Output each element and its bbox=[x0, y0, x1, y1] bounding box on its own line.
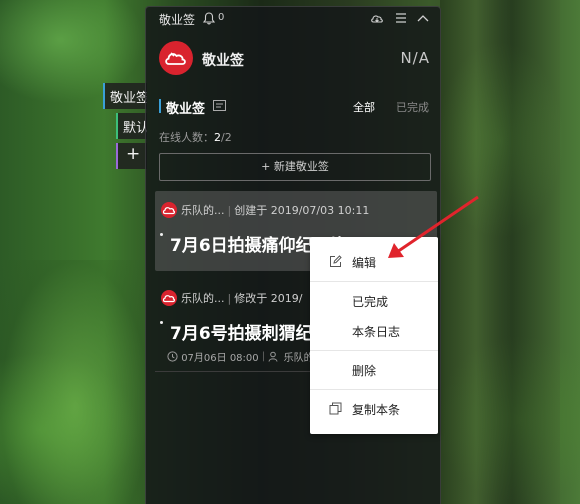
menu-label: 本条日志 bbox=[352, 325, 401, 339]
reminder-time: 07月06日 08:00 bbox=[181, 353, 259, 364]
author-avatar bbox=[161, 290, 177, 306]
menu-label: 复制本条 bbox=[352, 403, 401, 417]
app-title: 敬业签 bbox=[159, 13, 196, 27]
category-info-icon[interactable] bbox=[213, 100, 226, 111]
note-timestamp: 创建于 2019/07/03 10:11 bbox=[234, 204, 370, 217]
copy-icon bbox=[329, 402, 342, 415]
user-status: N/A bbox=[400, 49, 430, 67]
category-tabbar: 敬业签 全部 已完成 bbox=[146, 97, 440, 117]
note-author: 乐队的... bbox=[181, 292, 225, 305]
online-number: 2 bbox=[214, 131, 221, 144]
menu-item-delete[interactable]: 删除 bbox=[310, 356, 438, 384]
tab-all[interactable]: 全部 bbox=[353, 99, 375, 115]
bell-icon[interactable] bbox=[203, 12, 215, 25]
note-details: 07月06日 08:00 | 乐队的 bbox=[167, 349, 314, 364]
online-count: 在线人数：2/2 bbox=[159, 129, 232, 145]
menu-item-copy[interactable]: 复制本条 bbox=[310, 395, 438, 423]
wallpaper-tree-trunk bbox=[440, 0, 560, 504]
menu-label: 已完成 bbox=[352, 295, 389, 309]
cloud-sync-icon[interactable] bbox=[370, 12, 384, 24]
menu-separator bbox=[310, 281, 438, 282]
app-logo bbox=[159, 41, 193, 75]
menu-separator bbox=[310, 389, 438, 390]
menu-label: 删除 bbox=[352, 364, 377, 378]
collapse-icon[interactable] bbox=[416, 12, 430, 24]
side-tab-jingyeqian[interactable]: 敬业签 bbox=[103, 83, 147, 109]
note-timestamp: 修改于 2019/ bbox=[234, 292, 303, 305]
user-header: 敬业签 N/A bbox=[146, 37, 440, 81]
tab-done[interactable]: 已完成 bbox=[396, 99, 429, 115]
person-icon bbox=[268, 351, 278, 362]
menu-separator bbox=[310, 350, 438, 351]
note-bullet bbox=[160, 233, 163, 236]
side-tab-default[interactable]: 默认 bbox=[116, 113, 147, 139]
context-menu: 编辑 已完成 本条日志 删除 复制本条 bbox=[310, 237, 438, 434]
note-meta: 乐队的... | 创建于 2019/07/03 10:11 bbox=[181, 204, 370, 217]
note-bullet bbox=[160, 321, 163, 324]
menu-label: 编辑 bbox=[352, 256, 377, 270]
wallpaper-moss bbox=[0, 260, 150, 504]
category-accent-bar bbox=[159, 99, 161, 113]
panel-titlebar[interactable]: 敬业签 0 bbox=[146, 7, 440, 29]
category-title: 敬业签 bbox=[166, 102, 206, 117]
edit-icon bbox=[330, 255, 342, 267]
note-author: 乐队的... bbox=[181, 204, 225, 217]
cloud-logo-icon bbox=[165, 52, 186, 65]
menu-item-edit[interactable]: 编辑 bbox=[310, 248, 438, 276]
note-meta: 乐队的... | 修改于 2019/ bbox=[181, 292, 303, 305]
notification-count: 0 bbox=[218, 12, 225, 23]
menu-item-log[interactable]: 本条日志 bbox=[310, 317, 438, 345]
side-tab-add[interactable]: + bbox=[116, 143, 147, 169]
clock-icon bbox=[167, 351, 178, 362]
author-avatar bbox=[161, 202, 177, 218]
menu-icon[interactable] bbox=[394, 12, 408, 24]
user-name: 敬业签 bbox=[202, 53, 244, 69]
online-total: /2 bbox=[221, 131, 232, 144]
online-label: 在线人数： bbox=[159, 131, 214, 144]
new-note-button[interactable]: + 新建敬业签 bbox=[159, 153, 431, 181]
menu-item-mark-done[interactable]: 已完成 bbox=[310, 287, 438, 315]
